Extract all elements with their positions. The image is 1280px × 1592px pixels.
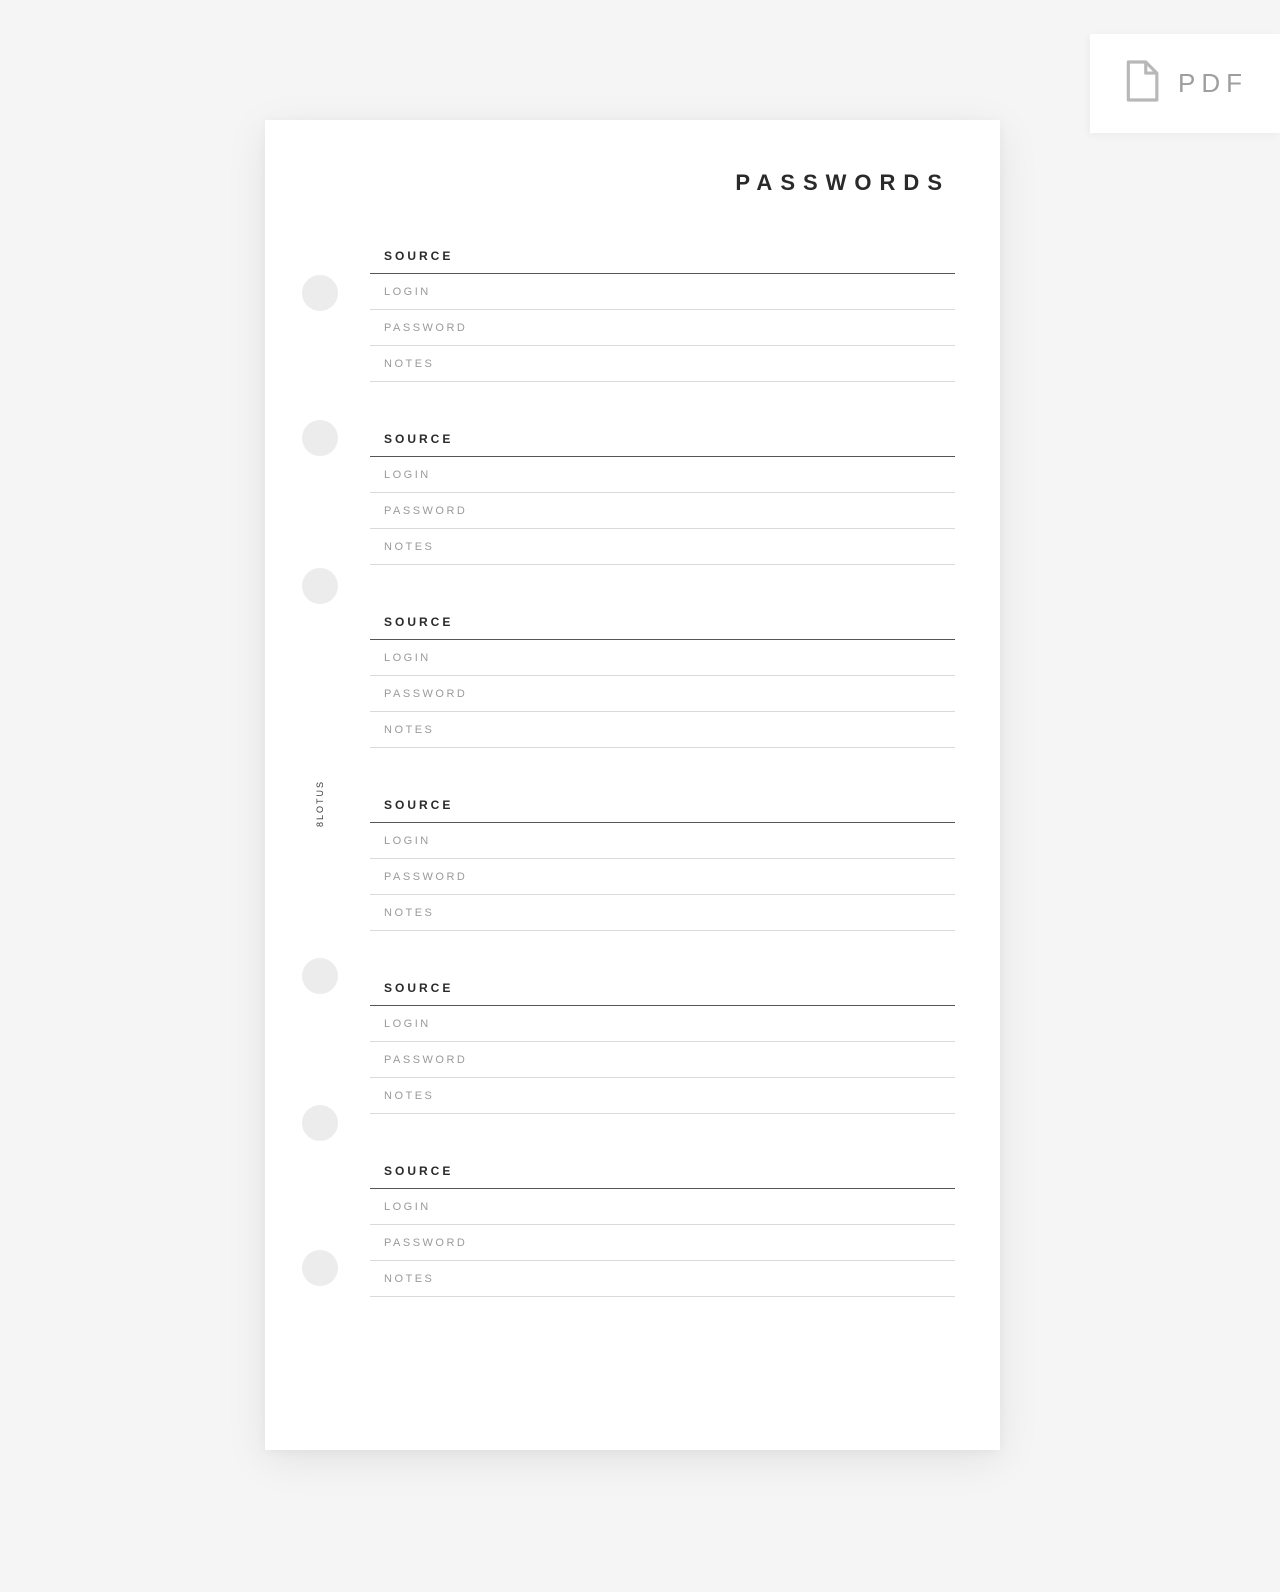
planner-page: 8LOTUS PASSWORDS SOURCE LOGIN PASSWORD N… <box>265 120 1000 1450</box>
notes-field: NOTES <box>370 895 955 931</box>
pdf-badge-label: PDF <box>1178 68 1248 99</box>
password-entry: SOURCE LOGIN PASSWORD NOTES <box>370 790 955 931</box>
password-field: PASSWORD <box>370 310 955 346</box>
password-field: PASSWORD <box>370 493 955 529</box>
login-field: LOGIN <box>370 823 955 859</box>
password-entry: SOURCE LOGIN PASSWORD NOTES <box>370 1156 955 1297</box>
source-field: SOURCE <box>370 790 955 823</box>
page-title: PASSWORDS <box>305 170 955 196</box>
password-entry: SOURCE LOGIN PASSWORD NOTES <box>370 973 955 1114</box>
password-entry: SOURCE LOGIN PASSWORD NOTES <box>370 424 955 565</box>
login-field: LOGIN <box>370 1189 955 1225</box>
source-field: SOURCE <box>370 607 955 640</box>
notes-field: NOTES <box>370 529 955 565</box>
password-field: PASSWORD <box>370 859 955 895</box>
binder-hole <box>302 275 338 311</box>
document-icon <box>1122 58 1160 109</box>
login-field: LOGIN <box>370 457 955 493</box>
login-field: LOGIN <box>370 1006 955 1042</box>
password-field: PASSWORD <box>370 1225 955 1261</box>
brand-label: 8LOTUS <box>315 780 325 827</box>
notes-field: NOTES <box>370 712 955 748</box>
password-field: PASSWORD <box>370 676 955 712</box>
binder-hole <box>302 1250 338 1286</box>
notes-field: NOTES <box>370 1261 955 1297</box>
entries-container: SOURCE LOGIN PASSWORD NOTES SOURCE LOGIN… <box>370 241 955 1297</box>
password-entry: SOURCE LOGIN PASSWORD NOTES <box>370 607 955 748</box>
password-entry: SOURCE LOGIN PASSWORD NOTES <box>370 241 955 382</box>
source-field: SOURCE <box>370 1156 955 1189</box>
source-field: SOURCE <box>370 424 955 457</box>
binder-hole <box>302 958 338 994</box>
password-field: PASSWORD <box>370 1042 955 1078</box>
login-field: LOGIN <box>370 274 955 310</box>
pdf-badge: PDF <box>1090 34 1280 133</box>
login-field: LOGIN <box>370 640 955 676</box>
binder-hole <box>302 420 338 456</box>
source-field: SOURCE <box>370 973 955 1006</box>
binder-hole <box>302 568 338 604</box>
binder-hole <box>302 1105 338 1141</box>
source-field: SOURCE <box>370 241 955 274</box>
notes-field: NOTES <box>370 346 955 382</box>
notes-field: NOTES <box>370 1078 955 1114</box>
